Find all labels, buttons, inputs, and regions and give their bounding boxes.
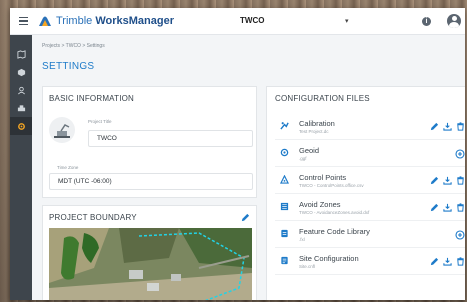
config-name: Feature Code Library xyxy=(299,227,370,236)
project-title-label: Project Title xyxy=(88,119,112,124)
card-title: BASIC INFORMATION xyxy=(49,94,135,103)
edit-boundary-pencil-icon[interactable] xyxy=(241,213,250,222)
download-icon[interactable] xyxy=(443,203,452,212)
config-name: Calibration xyxy=(299,119,335,128)
boundary-map[interactable] xyxy=(49,228,252,300)
trash-icon[interactable] xyxy=(456,257,465,266)
edit-pencil-icon[interactable] xyxy=(430,176,439,185)
geoid-icon xyxy=(280,148,289,157)
menu-icon[interactable] xyxy=(10,8,36,35)
site-config-icon xyxy=(281,256,288,265)
download-icon[interactable] xyxy=(443,122,452,131)
brand-name: Trimble WorksManager xyxy=(56,15,174,27)
account-icon[interactable] xyxy=(447,14,461,28)
brand-prefix: Trimble xyxy=(56,15,96,27)
rail-item-map[interactable] xyxy=(10,45,32,63)
config-file: .ggf xyxy=(299,156,307,161)
config-name: Site Configuration xyxy=(299,254,359,263)
brand-product: WorksManager xyxy=(95,15,174,27)
rail-item-machines[interactable] xyxy=(10,99,32,117)
breadcrumb: Projects > TWCO > Settings xyxy=(42,43,105,49)
project-boundary-card: PROJECT BOUNDARY xyxy=(42,205,257,300)
config-file: TWCO - AvoidanceZones.avoid.dxf xyxy=(299,210,370,215)
config-item-control-points: Control Points TWCO - ControlPoints.offi… xyxy=(275,170,465,194)
config-item-avoid-zones: Avoid Zones TWCO - AvoidanceZones.avoid.… xyxy=(275,197,465,221)
config-file: TWCO - ControlPoints.office.csv xyxy=(299,183,364,188)
rail-item-settings[interactable] xyxy=(10,117,32,135)
configuration-files-card: CONFIGURATION FILES Calibration Test Pro… xyxy=(266,86,465,300)
trash-icon[interactable] xyxy=(456,122,465,131)
rail-item-models[interactable] xyxy=(10,63,32,81)
config-name: Control Points xyxy=(299,173,347,182)
satellite-map-image xyxy=(49,228,252,300)
map-icon xyxy=(16,49,26,59)
rail-item-users[interactable] xyxy=(10,81,32,99)
card-title: PROJECT BOUNDARY xyxy=(49,213,137,222)
box-icon xyxy=(17,68,25,76)
add-circle-icon[interactable] xyxy=(455,230,465,240)
config-item-site-configuration: Site Configuration Site.cnfl xyxy=(275,251,465,275)
add-circle-icon[interactable] xyxy=(455,149,465,159)
feature-code-icon xyxy=(281,229,288,238)
machine-icon xyxy=(17,104,25,111)
top-bar: Trimble WorksManager TWCO ▾ i xyxy=(10,8,465,35)
brand-logo: Trimble WorksManager xyxy=(38,15,174,27)
left-rail xyxy=(10,35,32,300)
config-file: Site.cnfl xyxy=(299,264,316,269)
download-icon[interactable] xyxy=(443,257,452,266)
download-icon[interactable] xyxy=(443,176,452,185)
edit-pencil-icon[interactable] xyxy=(430,257,439,266)
config-name: Avoid Zones xyxy=(299,200,341,209)
control-points-icon xyxy=(280,175,289,184)
app-window: Trimble WorksManager TWCO ▾ i Projects >… xyxy=(10,8,465,300)
time-zone-label: Time Zone xyxy=(57,165,79,170)
trimble-logo-icon xyxy=(39,16,51,26)
basic-information-card: BASIC INFORMATION Project Title TWCO Tim… xyxy=(42,86,257,198)
config-item-feature-code-library: Feature Code Library .fxl xyxy=(275,224,465,248)
calibration-icon xyxy=(280,122,289,130)
user-icon xyxy=(17,86,25,94)
avoid-zones-icon xyxy=(280,202,289,211)
project-selector[interactable]: TWCO xyxy=(240,16,264,25)
card-title: CONFIGURATION FILES xyxy=(275,94,370,103)
time-zone-select[interactable]: MDT (UTC -06:00) xyxy=(49,173,253,190)
page-title: SETTINGS xyxy=(42,61,95,72)
trash-icon[interactable] xyxy=(456,176,465,185)
excavator-icon xyxy=(54,124,70,138)
config-name: Geoid xyxy=(299,146,320,155)
config-item-calibration: Calibration Test Project.dc xyxy=(275,116,465,140)
project-title-field[interactable]: TWCO xyxy=(88,130,253,147)
config-file: Test Project.dc xyxy=(299,129,329,134)
settings-icon xyxy=(17,122,25,130)
config-file: .fxl xyxy=(299,237,305,242)
edit-pencil-icon[interactable] xyxy=(430,203,439,212)
edit-pencil-icon[interactable] xyxy=(430,122,439,131)
config-item-geoid: Geoid .ggf xyxy=(275,143,465,167)
info-icon[interactable]: i xyxy=(422,17,431,26)
trash-icon[interactable] xyxy=(456,203,465,212)
project-image[interactable] xyxy=(49,117,75,143)
chevron-down-icon[interactable]: ▾ xyxy=(345,17,349,25)
